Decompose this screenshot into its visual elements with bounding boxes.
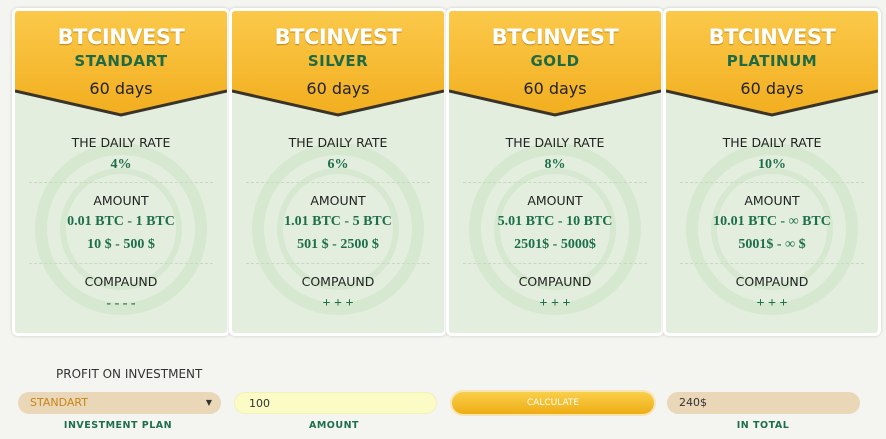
amount-btc-range: 5.01 BTC - 10 BTC — [497, 214, 613, 229]
plan-duration: 60 days — [306, 79, 370, 98]
amount-usd-range: 2501$ - 5000$ — [514, 237, 596, 252]
daily-rate-value: 8% — [544, 157, 566, 172]
divider — [29, 182, 213, 183]
plan-card-gold[interactable]: BTCINVEST GOLD 60 days THE DAILY RATE 8%… — [446, 8, 664, 336]
divider — [463, 182, 647, 183]
investment-plan-select[interactable]: STANDART ▼ — [18, 392, 221, 414]
brand-title: BTCINVEST — [274, 25, 402, 49]
divider — [463, 263, 647, 264]
compound-value: + + + — [539, 296, 571, 311]
investment-plan-caption: INVESTMENT PLAN — [63, 420, 173, 431]
dropdown-arrow-icon[interactable]: ▼ — [206, 392, 212, 414]
plan-name: SILVER — [307, 52, 369, 70]
compound-label: COMPAUND — [301, 274, 375, 289]
daily-rate-label: THE DAILY RATE — [71, 135, 171, 150]
daily-rate-value: 6% — [327, 157, 349, 172]
amount-usd-range: 5001$ - ∞ $ — [738, 237, 806, 252]
compound-value: + + + — [756, 296, 788, 311]
investment-plan-value: STANDART — [30, 396, 88, 409]
daily-rate-value: 10% — [758, 157, 786, 172]
divider — [29, 263, 213, 264]
amount-label: AMOUNT — [527, 193, 583, 208]
compound-label: COMPAUND — [735, 274, 809, 289]
calculate-button[interactable]: CALCULATE — [452, 392, 654, 414]
amount-caption: AMOUNT — [308, 420, 360, 431]
plan-name: PLATINUM — [726, 52, 818, 70]
plan-cards: BTCINVEST STANDART 60 days THE DAILY RAT… — [12, 8, 882, 336]
card-header: BTCINVEST GOLD 60 days — [449, 11, 661, 119]
daily-rate-label: THE DAILY RATE — [288, 135, 388, 150]
card-header: BTCINVEST PLATINUM 60 days — [666, 11, 878, 119]
amount-btc-range: 10.01 BTC - ∞ BTC — [713, 214, 831, 229]
brand-title: BTCINVEST — [708, 25, 836, 49]
amount-label: AMOUNT — [93, 193, 149, 208]
brand-title: BTCINVEST — [491, 25, 619, 49]
plan-card-platinum[interactable]: BTCINVEST PLATINUM 60 days THE DAILY RAT… — [663, 8, 881, 336]
amount-label: AMOUNT — [310, 193, 366, 208]
divider — [680, 263, 864, 264]
plan-card-silver[interactable]: BTCINVEST SILVER 60 days THE DAILY RATE … — [229, 8, 447, 336]
daily-rate-label: THE DAILY RATE — [505, 135, 605, 150]
divider — [246, 182, 430, 183]
plan-duration: 60 days — [89, 79, 153, 98]
daily-rate-label: THE DAILY RATE — [722, 135, 822, 150]
total-caption: IN TOTAL — [736, 420, 790, 431]
plan-card-standart[interactable]: BTCINVEST STANDART 60 days THE DAILY RAT… — [12, 8, 230, 336]
compound-label: COMPAUND — [518, 274, 592, 289]
amount-btc-range: 1.01 BTC - 5 BTC — [284, 214, 392, 229]
divider — [246, 263, 430, 264]
amount-usd-range: 501 $ - 2500 $ — [297, 237, 379, 252]
compound-value: - - - - — [106, 296, 136, 311]
brand-title: BTCINVEST — [57, 25, 185, 49]
amount-btc-range: 0.01 BTC - 1 BTC — [67, 214, 175, 229]
compound-value: + + + — [322, 296, 354, 311]
plan-name: GOLD — [530, 52, 580, 70]
amount-input[interactable]: 100 — [234, 392, 437, 414]
plan-name: STANDART — [74, 52, 168, 70]
profit-calculator-title: PROFIT ON INVESTMENT — [56, 367, 203, 381]
plan-duration: 60 days — [740, 79, 804, 98]
amount-label: AMOUNT — [744, 193, 800, 208]
plan-duration: 60 days — [523, 79, 587, 98]
daily-rate-value: 4% — [110, 157, 132, 172]
card-header: BTCINVEST STANDART 60 days — [15, 11, 227, 119]
divider — [680, 182, 864, 183]
card-header: BTCINVEST SILVER 60 days — [232, 11, 444, 119]
amount-usd-range: 10 $ - 500 $ — [87, 237, 155, 252]
compound-label: COMPAUND — [84, 274, 158, 289]
total-output: 240$ — [667, 392, 860, 414]
